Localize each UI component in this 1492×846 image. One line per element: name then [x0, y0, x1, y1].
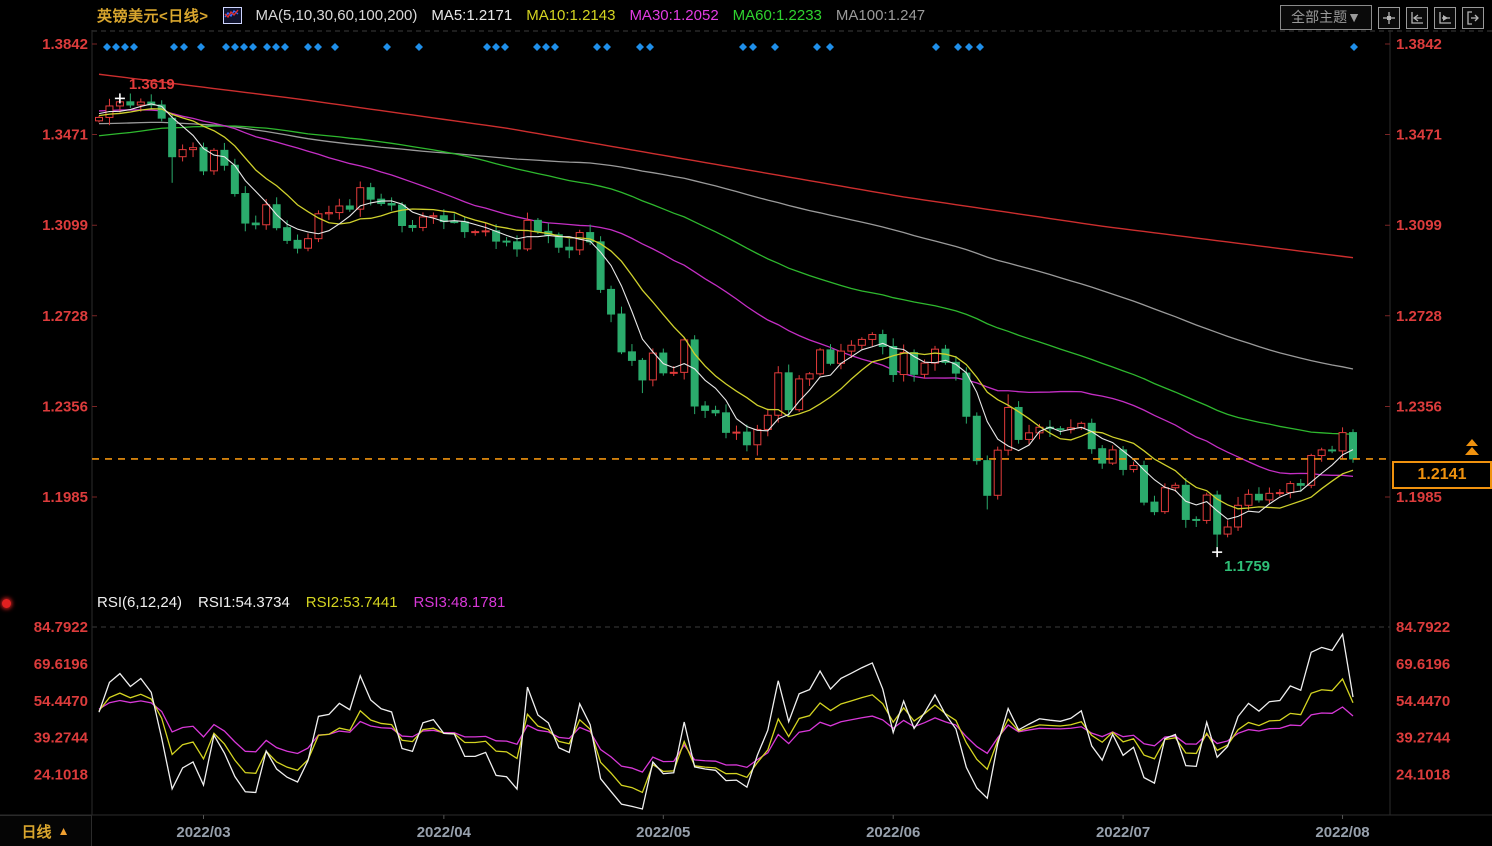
svg-text:2022/06: 2022/06: [866, 824, 920, 841]
svg-text:39.2744: 39.2744: [34, 730, 89, 747]
rsi-lines-layer: [98, 632, 1354, 810]
svg-text:1.3099: 1.3099: [42, 217, 88, 234]
main-chart-canvas[interactable]: 1.3842 1.3842 1.3471 1.3471 1.3099 1.3099 1.27…: [0, 0, 1492, 846]
period-label: 日线: [21, 823, 52, 841]
trading-app-window: 1.3842 1.3842 1.3471 1.3471 1.3099 1.3099 1.27…: [0, 0, 1492, 846]
grid-layer: [0, 30, 1492, 816]
svg-text:2022/07: 2022/07: [1096, 824, 1150, 841]
axis-labels-layer: 1.3842 1.3842 1.3471 1.3471 1.3099 1.3099 1.27…: [34, 36, 1451, 841]
svg-text:54.4470: 54.4470: [1396, 693, 1450, 710]
svg-text:1.3842: 1.3842: [1396, 36, 1442, 53]
svg-text:1.1985: 1.1985: [42, 489, 88, 506]
svg-text:24.1018: 24.1018: [34, 767, 88, 784]
svg-text:24.1018: 24.1018: [1396, 767, 1450, 784]
svg-text:1.2728: 1.2728: [1396, 308, 1442, 325]
event-dots-layer: [103, 43, 1358, 51]
high-annotation: 1.3619: [128, 76, 175, 94]
svg-text:1.3471: 1.3471: [42, 127, 88, 144]
chart-toolbar: 全部主题▼: [1280, 5, 1484, 30]
svg-text:1.2356: 1.2356: [42, 398, 88, 415]
candles-layer: [95, 93, 1357, 553]
rsi-params-label: RSI(6,12,24): [97, 594, 183, 611]
scroll-to-latest-icon[interactable]: [1462, 438, 1482, 462]
ma100-value: MA100:1.247: [835, 6, 926, 24]
kline-chart-icon[interactable]: [222, 6, 242, 24]
ma30-value: MA30:1.2052: [629, 6, 719, 24]
rsi-header: RSI(6,12,24) RSI1:54.3734 RSI2:53.7441 R…: [97, 594, 505, 611]
svg-text:84.7922: 84.7922: [1396, 619, 1450, 636]
svg-text:69.6196: 69.6196: [34, 656, 88, 673]
alert-dot-icon: [2, 599, 11, 608]
rsi1-value: RSI1:54.3734: [198, 594, 290, 611]
svg-text:1.1985: 1.1985: [1396, 489, 1442, 506]
svg-text:2022/05: 2022/05: [636, 824, 690, 841]
svg-text:1.3099: 1.3099: [1396, 217, 1442, 234]
current-price-badge: 1.2141: [1392, 460, 1492, 489]
low-annotation: 1.1759: [1224, 558, 1271, 576]
svg-text:1.2356: 1.2356: [1396, 398, 1442, 415]
ma-params-label: MA(5,10,30,60,100,200): [255, 6, 418, 24]
svg-text:2022/03: 2022/03: [176, 824, 230, 841]
period-selector[interactable]: 日线 ▲: [0, 815, 92, 846]
chart-header: 英镑美元<日线> MA(5,10,30,60,100,200) MA5:1.21…: [0, 0, 1492, 30]
zoom-out-axis-icon[interactable]: [1406, 6, 1428, 29]
symbol-title: 英镑美元<日线>: [97, 7, 209, 25]
period-up-arrow-icon: ▲: [57, 824, 70, 838]
svg-text:2022/04: 2022/04: [417, 824, 472, 841]
svg-text:1.3842: 1.3842: [42, 36, 88, 53]
svg-text:39.2744: 39.2744: [1396, 730, 1451, 747]
svg-text:1.3471: 1.3471: [1396, 127, 1442, 144]
rsi2-value: RSI2:53.7441: [305, 594, 398, 611]
svg-text:84.7922: 84.7922: [34, 619, 88, 636]
rsi3-value: RSI3:48.1781: [413, 594, 506, 611]
ma5-value: MA5:1.2171: [431, 6, 513, 24]
ma10-value: MA10:1.2143: [526, 6, 616, 24]
zoom-in-axis-icon[interactable]: [1434, 6, 1456, 29]
svg-text:2022/08: 2022/08: [1315, 824, 1369, 841]
export-chart-icon[interactable]: [1462, 6, 1484, 29]
theme-dropdown-button[interactable]: 全部主题▼: [1280, 5, 1372, 30]
svg-text:54.4470: 54.4470: [34, 693, 88, 710]
ma60-value: MA60:1.2233: [732, 6, 822, 24]
svg-text:1.2728: 1.2728: [42, 308, 88, 325]
svg-text:69.6196: 69.6196: [1396, 656, 1450, 673]
move-crosshair-icon[interactable]: [1378, 6, 1400, 29]
